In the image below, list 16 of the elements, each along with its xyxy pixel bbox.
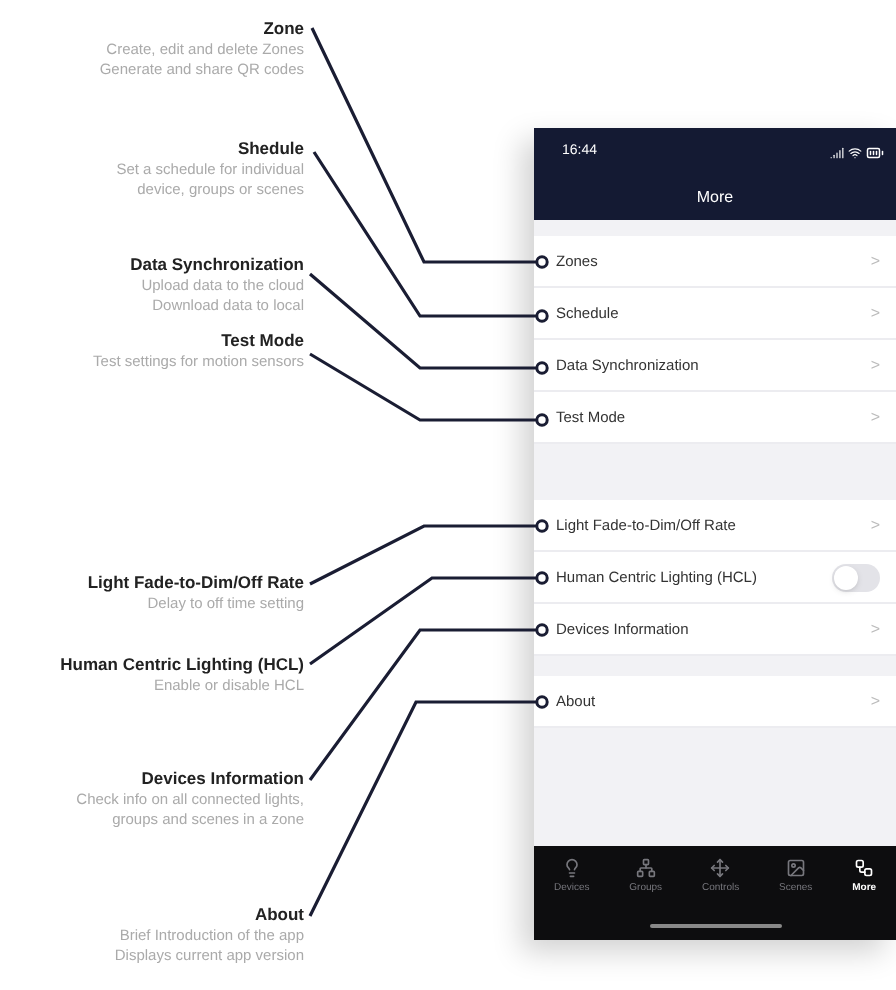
annotation-title: Devices Information (141, 768, 304, 790)
chevron-icon: > (870, 617, 880, 641)
chevron-icon: > (870, 689, 880, 713)
annotation-title: About (254, 904, 304, 926)
chevron-icon: > (870, 353, 880, 377)
annotation-title: Zone (263, 18, 304, 40)
annotation-title: Light Fade-to-Dim/Off Rate (87, 572, 304, 594)
screen-title: More (696, 186, 734, 210)
chevron-icon: > (870, 513, 880, 537)
chevron-icon: > (870, 249, 880, 273)
annotation-title: Data Synchronization (130, 254, 304, 276)
annotation-title: Shedule (237, 138, 304, 160)
chevron-icon: > (870, 301, 880, 325)
annotation-title: Human Centric Lighting (HCL) (60, 654, 304, 676)
chevron-icon: > (870, 405, 880, 429)
annotation-title: Test Mode (221, 330, 304, 352)
